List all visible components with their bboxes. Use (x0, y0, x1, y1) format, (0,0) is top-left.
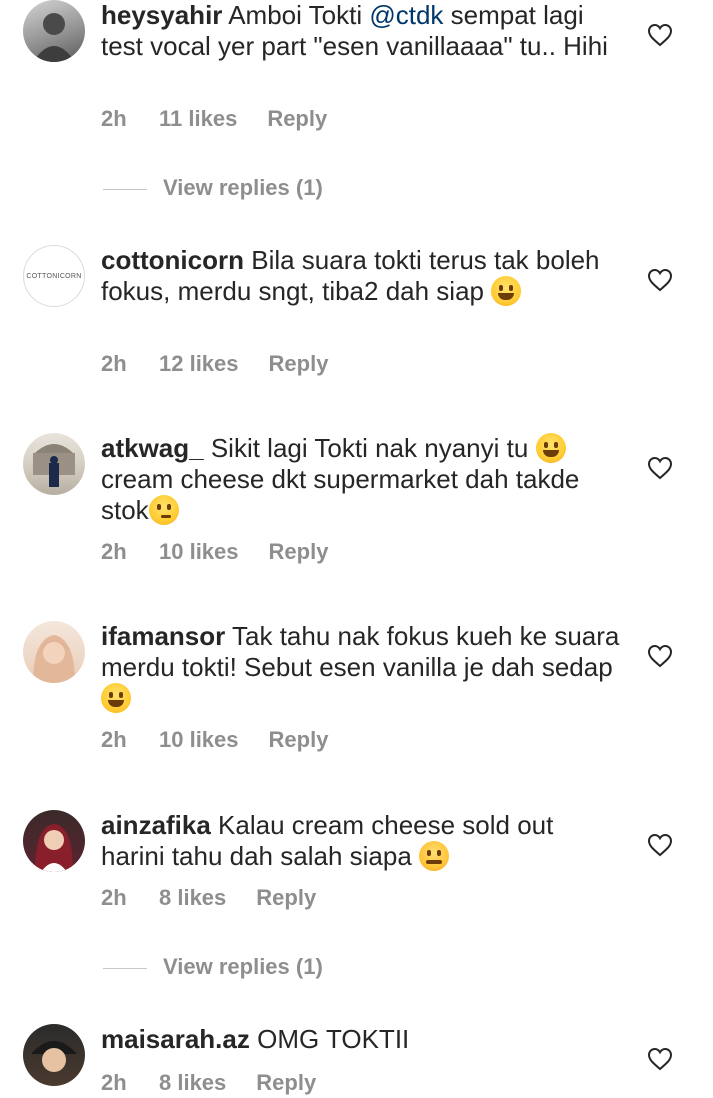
avatar[interactable] (23, 1024, 85, 1086)
view-replies-label: View replies (1) (163, 175, 323, 200)
reply-button[interactable]: Reply (256, 1068, 316, 1098)
comment-username[interactable]: atkwag_ (101, 433, 204, 463)
comment-text: atkwag_ Sikit lagi Tokti nak nyanyi tu c… (101, 433, 621, 526)
comment-time: 2h (101, 1070, 127, 1095)
likes-count[interactable]: 11 likes (159, 104, 237, 134)
comment-time: 2h (101, 727, 127, 752)
comment-body: Amboi Tokti (222, 0, 370, 30)
comment-text: heysyahir Amboi Tokti @ctdk sempat lagi … (101, 0, 621, 62)
avatar[interactable] (23, 433, 85, 495)
likes-count[interactable]: 12 likes (159, 349, 239, 379)
reply-button[interactable]: Reply (269, 537, 329, 567)
comment-meta: 2h 12 likes Reply (101, 349, 328, 379)
comment-text: maisarah.az OMG TOKTII (101, 1024, 621, 1055)
avatar-photo (33, 444, 75, 487)
comment-username[interactable]: maisarah.az (101, 1024, 250, 1054)
heart-icon[interactable] (647, 23, 673, 47)
reply-button[interactable]: Reply (269, 349, 329, 379)
likes-count[interactable]: 8 likes (159, 1068, 226, 1098)
avatar[interactable] (23, 810, 85, 872)
comment-time: 2h (101, 885, 127, 910)
avatar[interactable] (23, 621, 85, 683)
triumph-emoji (419, 841, 450, 871)
avatar[interactable] (23, 0, 85, 62)
thinking-emoji (148, 495, 179, 525)
heart-icon[interactable] (647, 268, 673, 292)
avatar-photo (35, 824, 73, 872)
comment-body: OMG TOKTII (249, 1024, 410, 1054)
comment-text: cottonicorn Bila suara tokti terus tak b… (101, 245, 621, 307)
comment-username[interactable]: ainzafika (101, 810, 211, 840)
comment-time: 2h (101, 539, 127, 564)
squinting-laugh-emoji (101, 683, 131, 713)
avatar-photo (33, 13, 75, 62)
heart-icon[interactable] (647, 644, 673, 668)
comment-meta: 2h 11 likes Reply (101, 104, 327, 134)
comment-text: ainzafika Kalau cream cheese sold out ha… (101, 810, 621, 872)
divider-line (103, 188, 147, 190)
view-replies-button[interactable]: View replies (1) (103, 173, 323, 203)
heart-icon[interactable] (647, 1047, 673, 1071)
comment-time: 2h (101, 106, 127, 131)
reply-button[interactable]: Reply (269, 725, 329, 755)
comment-meta: 2h 8 likes Reply (101, 1068, 316, 1098)
comment-meta: 2h 10 likes Reply (101, 537, 328, 567)
heart-icon[interactable] (647, 833, 673, 857)
likes-count[interactable]: 10 likes (159, 725, 239, 755)
reply-button[interactable]: Reply (267, 104, 327, 134)
view-replies-button[interactable]: View replies (1) (103, 952, 323, 982)
grinning-sweat-emoji (491, 276, 522, 306)
avatar-photo (33, 635, 75, 683)
comment-username[interactable]: heysyahir (101, 0, 222, 30)
avatar-photo (31, 1041, 77, 1072)
avatar[interactable]: COTTONICORN (23, 245, 85, 307)
avatar-logo-text: COTTONICORN (26, 272, 82, 280)
reply-button[interactable]: Reply (256, 883, 316, 913)
comment-username[interactable]: cottonicorn (101, 245, 244, 275)
heart-icon[interactable] (647, 456, 673, 480)
mention-link[interactable]: @ctdk (369, 0, 443, 30)
comment-username[interactable]: ifamansor (101, 621, 225, 651)
comment-meta: 2h 10 likes Reply (101, 725, 328, 755)
tears-of-joy-emoji (535, 433, 566, 463)
divider-line (103, 967, 147, 969)
view-replies-label: View replies (1) (163, 954, 323, 979)
likes-count[interactable]: 8 likes (159, 883, 226, 913)
comment-meta: 2h 8 likes Reply (101, 883, 316, 913)
comment-text: ifamansor Tak tahu nak fokus kueh ke sua… (101, 621, 621, 714)
comment-time: 2h (101, 351, 127, 376)
comment-body: Sikit lagi Tokti nak nyanyi tu (203, 433, 536, 463)
likes-count[interactable]: 10 likes (159, 537, 239, 567)
